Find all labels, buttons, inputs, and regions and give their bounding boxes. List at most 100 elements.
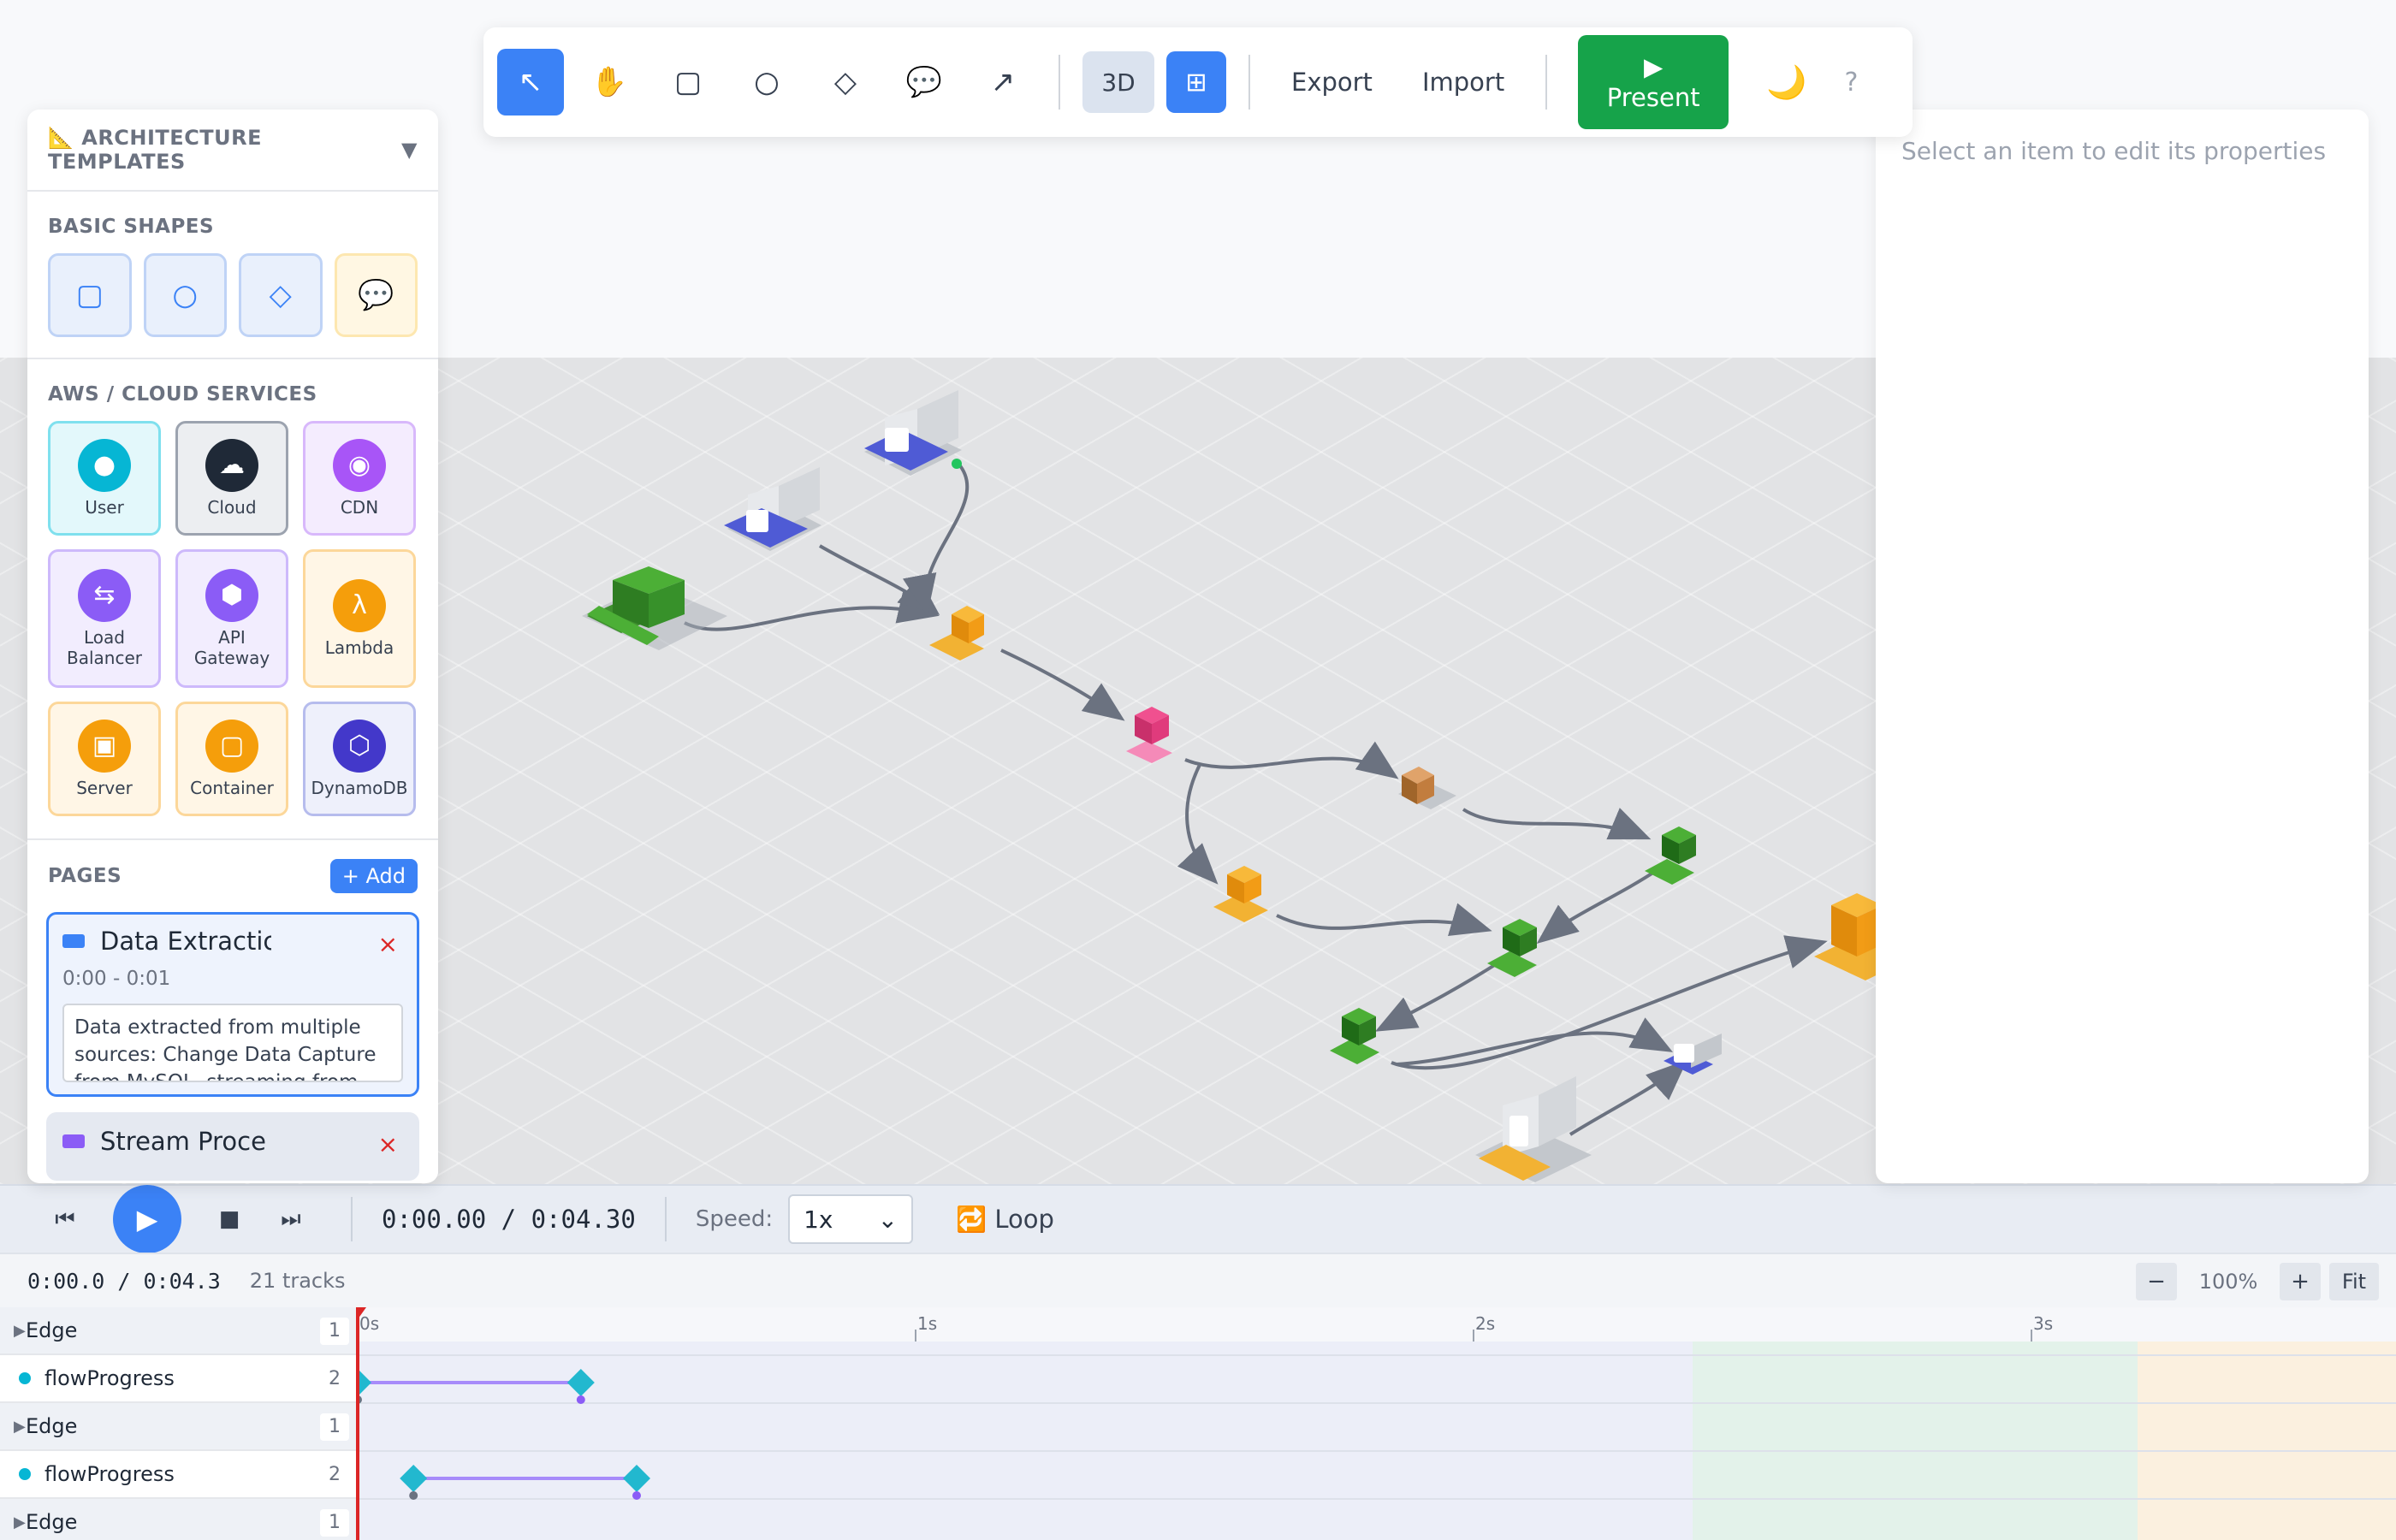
present-label: Present xyxy=(1606,83,1700,112)
basic-shapes-row: ▢ ○ ◇ 💬 xyxy=(27,238,438,337)
keyframe-handle[interactable] xyxy=(576,1395,585,1404)
diamond-tool-button[interactable]: ◇ xyxy=(812,49,879,116)
edge[interactable] xyxy=(1177,764,1219,885)
service-tile-server[interactable]: ▣ Server xyxy=(48,702,161,816)
speed-value: 1x xyxy=(804,1205,833,1234)
rectangle-tool-button[interactable]: ▢ xyxy=(655,49,721,116)
service-tile-cloud[interactable]: ☁ Cloud xyxy=(175,421,288,536)
page-title[interactable]: Data Extractic xyxy=(100,927,271,956)
edge[interactable] xyxy=(1000,649,1125,721)
service-label: Lambda xyxy=(324,637,394,658)
service-label: Server xyxy=(76,778,133,798)
package-node[interactable] xyxy=(1398,767,1456,809)
square-icon: ▢ xyxy=(673,65,703,99)
caret-right-icon[interactable]: ▶ xyxy=(0,1418,26,1436)
edge[interactable] xyxy=(903,462,970,616)
keyframe-handle[interactable] xyxy=(409,1491,418,1500)
lambda-node[interactable] xyxy=(1213,866,1268,922)
service-tile-dynamodb[interactable]: ⬡ DynamoDB xyxy=(303,702,416,816)
service-tile-cdn[interactable]: ◉ CDN xyxy=(303,421,416,536)
edge[interactable] xyxy=(1276,903,1492,937)
service-node[interactable] xyxy=(1664,1034,1722,1075)
service-node[interactable] xyxy=(1475,1076,1592,1182)
zoom-out-button[interactable]: − xyxy=(2136,1263,2177,1300)
timeline-tracks[interactable]: 0s 1s 2s 3s xyxy=(356,1307,2396,1540)
toolbar-divider xyxy=(1059,55,1060,110)
edge[interactable] xyxy=(1396,1017,1674,1066)
service-node[interactable] xyxy=(724,467,821,551)
service-tile-user[interactable]: ● User xyxy=(48,421,161,536)
page-card[interactable]: Stream Proce × xyxy=(46,1112,419,1181)
track-group-row[interactable]: ▶ Edge 1 xyxy=(0,1499,356,1540)
lambda-node[interactable] xyxy=(929,606,984,660)
note-shape-tile[interactable]: 💬 xyxy=(334,253,418,337)
track-group-row[interactable]: ▶ Edge 1 xyxy=(0,1403,356,1451)
view-3d-button[interactable]: 3D xyxy=(1082,51,1154,113)
pan-tool-button[interactable]: ✋ xyxy=(576,49,643,116)
help-button[interactable]: ? xyxy=(1845,68,1859,98)
edge[interactable] xyxy=(1184,741,1399,779)
fit-button[interactable]: Fit xyxy=(2329,1263,2379,1300)
skip-back-icon[interactable]: ⏮ xyxy=(34,1206,96,1233)
edge[interactable] xyxy=(1536,868,1660,944)
select-tool-button[interactable]: ↖ xyxy=(497,49,564,116)
caret-right-icon[interactable]: ▶ xyxy=(0,1322,26,1340)
export-button[interactable]: Export xyxy=(1272,68,1391,97)
database-node[interactable] xyxy=(1330,1008,1379,1064)
close-icon[interactable]: × xyxy=(378,930,398,958)
speed-select[interactable]: 1x ⌄ xyxy=(788,1194,914,1244)
service-node[interactable] xyxy=(864,390,962,476)
import-button[interactable]: Import xyxy=(1403,68,1523,97)
timeline-ruler[interactable] xyxy=(356,1307,2396,1342)
speech-bubble-icon: 💬 xyxy=(358,278,394,312)
templates-title: 📐 ARCHITECTURE TEMPLATES xyxy=(48,126,263,174)
storage-node[interactable] xyxy=(582,566,727,650)
circle-tool-button[interactable]: ○ xyxy=(733,49,800,116)
page-title[interactable]: Stream Proce xyxy=(100,1127,271,1156)
service-tile-container[interactable]: ▢ Container xyxy=(175,702,288,816)
skip-forward-icon[interactable]: ⏭ xyxy=(260,1206,322,1233)
track-group-row[interactable]: ▶ Edge 1 xyxy=(0,1307,356,1355)
timeline-svg: 0s 1s 2s 3s xyxy=(356,1307,2396,1540)
close-icon[interactable]: × xyxy=(378,1130,398,1158)
edge[interactable] xyxy=(1462,808,1652,840)
stop-icon[interactable]: ■ xyxy=(199,1206,260,1232)
page-card-active[interactable]: Data Extractic × 0:00 - 0:01 Data extrac… xyxy=(46,912,419,1097)
circle-icon: ○ xyxy=(754,65,780,99)
queue-node[interactable] xyxy=(1126,707,1172,763)
track-property-row[interactable]: flowProgress 2 xyxy=(0,1451,356,1499)
keyframe-handle[interactable] xyxy=(632,1491,641,1500)
grid-icon: ⊞ xyxy=(1185,67,1207,98)
add-page-button[interactable]: + Add xyxy=(329,859,418,893)
arrow-tool-button[interactable]: ↗ xyxy=(970,49,1036,116)
service-tile-lambda[interactable]: λ Lambda xyxy=(303,549,416,688)
service-tile-api-gateway[interactable]: ⬢ API Gateway xyxy=(175,549,288,688)
page-description-field[interactable]: Data extracted from multiple sources: Ch… xyxy=(62,1004,403,1082)
speech-bubble-icon: 💬 xyxy=(905,65,943,99)
page-time-range: 0:00 - 0:01 xyxy=(62,968,171,990)
note-tool-button[interactable]: 💬 xyxy=(891,49,958,116)
database-node[interactable] xyxy=(1645,826,1696,885)
database-node[interactable] xyxy=(1487,919,1537,977)
loop-toggle[interactable]: 🔁 Loop xyxy=(956,1205,1054,1235)
chevron-down-icon[interactable]: ▼ xyxy=(401,138,418,162)
edge[interactable] xyxy=(819,544,940,616)
api-gateway-icon: ⬢ xyxy=(205,569,258,622)
edge[interactable] xyxy=(1391,935,1828,1070)
diamond-shape-tile[interactable]: ◇ xyxy=(239,253,323,337)
present-button[interactable]: ▶ Present xyxy=(1578,35,1729,129)
zoom-in-button[interactable]: + xyxy=(2280,1263,2321,1300)
theme-toggle-button[interactable]: 🌙 xyxy=(1741,63,1832,102)
track-property-row[interactable]: flowProgress 2 xyxy=(0,1355,356,1403)
circle-shape-tile[interactable]: ○ xyxy=(143,253,227,337)
rectangle-shape-tile[interactable]: ▢ xyxy=(48,253,132,337)
track-labels: ▶ Edge 1 flowProgress 2 ▶ Edge 1 flowProgress 2 ▶ E… xyxy=(0,1307,356,1540)
caret-right-icon[interactable]: ▶ xyxy=(0,1513,26,1531)
playback-bar: ⏮ ▶ ■ ⏭ 0:00.00 / 0:04.30 Speed: 1x ⌄ 🔁 … xyxy=(0,1184,2396,1253)
play-button[interactable]: ▶ xyxy=(113,1185,181,1253)
service-tile-load-balancer[interactable]: ⇆ Load Balancer xyxy=(48,549,161,688)
templates-header[interactable]: 📐 ARCHITECTURE TEMPLATES ▼ xyxy=(27,110,438,192)
edge[interactable] xyxy=(1374,958,1504,1032)
edge[interactable] xyxy=(1569,1059,1687,1136)
grid-toggle-button[interactable]: ⊞ xyxy=(1166,51,1226,113)
